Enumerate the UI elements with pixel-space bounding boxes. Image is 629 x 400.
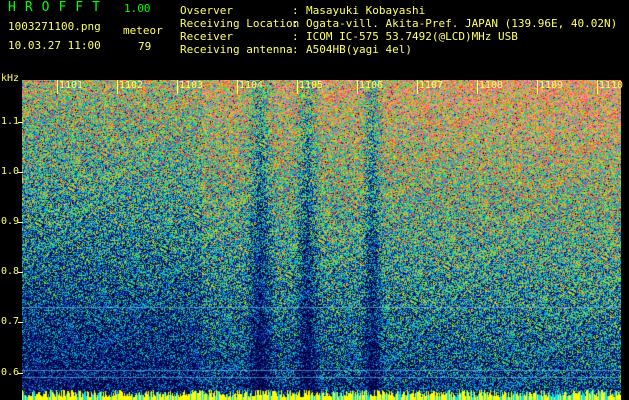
meteor-label: meteor: [123, 24, 163, 37]
x-tick-mark: [477, 80, 478, 94]
x-tick-label: 1101: [59, 80, 84, 91]
info-key: Receiving antenna: [180, 43, 293, 56]
info-row-receiver: Receiver: ICOM IC-575 53.7492(@LCD)MHz US…: [180, 30, 617, 43]
info-key: Ovserver: [180, 4, 233, 17]
y-tick-mark: [18, 222, 23, 223]
y-tick-label: 0.9: [1, 216, 20, 227]
app-version: 1.00: [124, 2, 151, 15]
y-tick-label: 1.0: [1, 166, 20, 177]
app-title: HROFFT: [8, 0, 109, 15]
info-separator: :: [292, 43, 299, 56]
x-tick-label: 1102: [119, 80, 144, 91]
info-row-observer: Ovserver: Masayuki Kobayashi: [180, 4, 617, 17]
info-separator: :: [292, 30, 299, 43]
x-tick-mark: [177, 80, 178, 94]
x-tick-mark: [597, 80, 598, 94]
y-tick-mark: [18, 122, 23, 123]
y-tick-mark: [18, 373, 23, 374]
y-tick-mark: [18, 172, 23, 173]
info-key: Receiving Location: [180, 17, 300, 30]
info-row-location: Receiving Location: Ogata-vill. Akita-Pre…: [180, 17, 617, 30]
info-separator: :: [292, 4, 299, 17]
info-value: Masayuki Kobayashi: [306, 4, 426, 17]
y-tick-mark: [18, 322, 23, 323]
x-tick-label: 1103: [179, 80, 204, 91]
x-tick-mark: [117, 80, 118, 94]
x-tick-mark: [297, 80, 298, 94]
x-tick-label: 1107: [419, 80, 444, 91]
info-key: Receiver: [180, 30, 233, 43]
meteor-count: 79: [138, 40, 152, 53]
y-tick-label: 0.8: [1, 266, 20, 277]
x-tick-mark: [57, 80, 58, 94]
info-value: ICOM IC-575 53.7492(@LCD)MHz USB: [306, 30, 518, 43]
info-value: Ogata-vill. Akita-Pref. JAPAN (139.96E, …: [306, 17, 618, 30]
y-tick-mark: [18, 272, 23, 273]
info-separator: :: [292, 17, 299, 30]
x-tick-label: 1106: [359, 80, 384, 91]
spectrogram-plot: [22, 80, 621, 400]
info-row-antenna: Receiving antenna: A504HB(yagi 4el): [180, 43, 617, 56]
info-value: A504HB(yagi 4el): [306, 43, 412, 56]
x-tick-mark: [357, 80, 358, 94]
y-tick-label: 0.6: [1, 367, 20, 378]
x-tick-label: 1108: [479, 80, 504, 91]
y-tick-label: 1.1: [1, 116, 20, 127]
x-tick-mark: [237, 80, 238, 94]
date-time: 10.03.27 11:00: [8, 39, 101, 52]
waterfall-canvas: [22, 80, 621, 400]
file-name: 1003271100.png: [8, 20, 101, 33]
y-tick-label: 0.7: [1, 316, 20, 327]
station-info: Ovserver: Masayuki Kobayashi Receiving Lo…: [180, 4, 617, 56]
x-tick-label: 1105: [299, 80, 324, 91]
x-tick-mark: [537, 80, 538, 94]
x-tick-label: 1104: [239, 80, 264, 91]
x-tick-mark: [417, 80, 418, 94]
y-axis-unit: kHz: [1, 73, 20, 84]
x-tick-label: 1109: [539, 80, 564, 91]
x-tick-label: 1110: [599, 80, 624, 91]
